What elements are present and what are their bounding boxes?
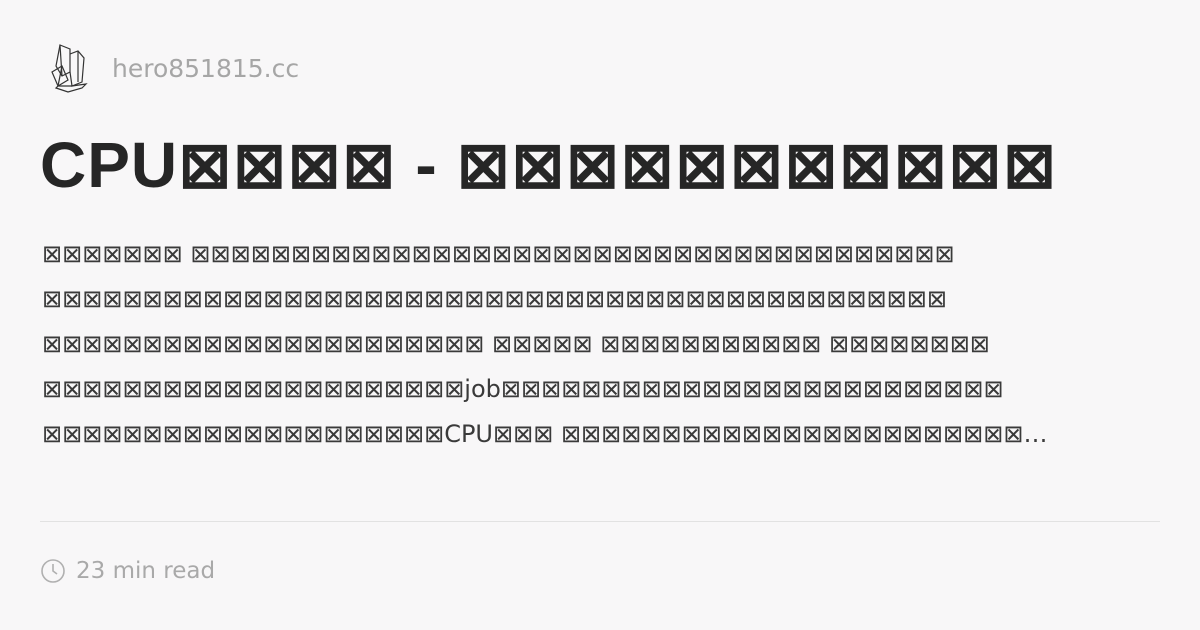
read-time: 23 min read xyxy=(40,558,215,584)
crystal-icon xyxy=(51,44,88,93)
page-title: CPU⊠⊠⊠⊠ - ⊠⊠⊠⊠⊠⊠⊠⊠⊠⊠⊠ xyxy=(40,129,1058,201)
description-line: ⊠⊠⊠⊠⊠⊠⊠⊠⊠⊠⊠⊠⊠⊠⊠⊠⊠⊠⊠⊠⊠⊠ ⊠⊠⊠⊠⊠ ⊠⊠⊠⊠⊠⊠⊠⊠⊠⊠⊠… xyxy=(42,330,990,358)
divider xyxy=(40,521,1160,522)
site-brand[interactable]: hero851815.cc xyxy=(48,42,299,94)
site-name: hero851815.cc xyxy=(112,53,300,83)
description-line: ⊠⊠⊠⊠⊠⊠⊠⊠⊠⊠⊠⊠⊠⊠⊠⊠⊠⊠⊠⊠⊠⊠⊠⊠⊠⊠⊠⊠⊠⊠⊠⊠⊠⊠⊠⊠⊠⊠⊠⊠… xyxy=(42,285,947,313)
clock-icon xyxy=(41,559,65,583)
description-line: ⊠⊠⊠⊠⊠⊠⊠ ⊠⊠⊠⊠⊠⊠⊠⊠⊠⊠⊠⊠⊠⊠⊠⊠⊠⊠⊠⊠⊠⊠⊠⊠⊠⊠⊠⊠⊠⊠⊠⊠… xyxy=(42,240,955,268)
article-description: ⊠⊠⊠⊠⊠⊠⊠ ⊠⊠⊠⊠⊠⊠⊠⊠⊠⊠⊠⊠⊠⊠⊠⊠⊠⊠⊠⊠⊠⊠⊠⊠⊠⊠⊠⊠⊠⊠⊠⊠… xyxy=(42,232,1162,457)
description-line: ⊠⊠⊠⊠⊠⊠⊠⊠⊠⊠⊠⊠⊠⊠⊠⊠⊠⊠⊠⊠⊠job⊠⊠⊠⊠⊠⊠⊠⊠⊠⊠⊠⊠⊠⊠⊠⊠… xyxy=(42,375,1004,403)
read-time-label: 23 min read xyxy=(76,558,216,584)
description-line: ⊠⊠⊠⊠⊠⊠⊠⊠⊠⊠⊠⊠⊠⊠⊠⊠⊠⊠⊠⊠CPU⊠⊠⊠ ⊠⊠⊠⊠⊠⊠⊠⊠⊠⊠⊠⊠⊠… xyxy=(42,420,1048,448)
